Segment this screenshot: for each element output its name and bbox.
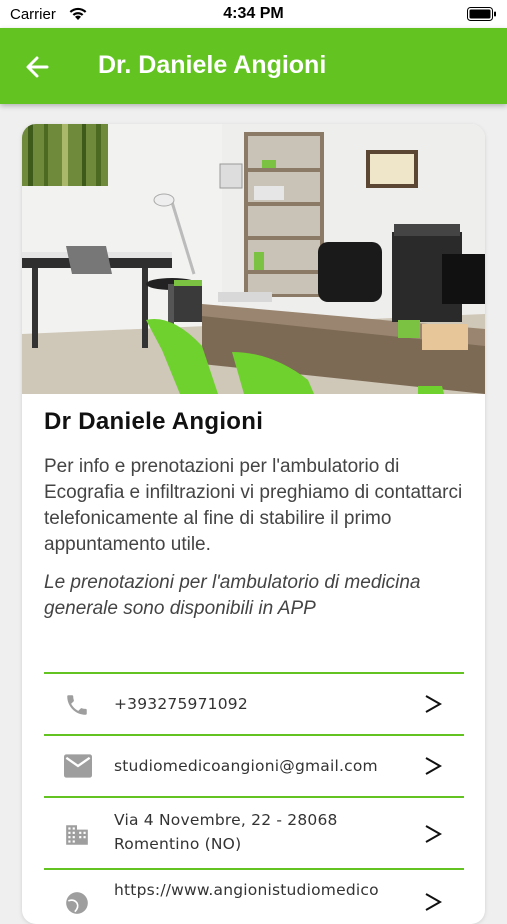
building-icon (64, 822, 90, 853)
website-url: https://www.angionistudiomedico (114, 881, 379, 899)
contact-list: +393275971092 studiomedicoangioni@gmail.… (44, 672, 464, 924)
contact-row-website[interactable]: https://www.angionistudiomedico (44, 868, 464, 924)
contact-row-email[interactable]: studiomedicoangioni@gmail.com (44, 734, 464, 796)
chevron-right-icon (424, 892, 443, 917)
doctor-card: Dr Daniele Angioni Per info e prenotazio… (22, 124, 485, 924)
doctor-description: Per info e prenotazioni per l'ambulatori… (44, 456, 463, 555)
battery-icon (467, 7, 497, 26)
phone-icon (64, 692, 90, 723)
address-text: Via 4 Novembre, 22 - 28068 Romentino (NO… (114, 808, 338, 856)
arrow-back-icon[interactable] (22, 52, 52, 82)
status-time: 4:34 PM (223, 5, 284, 22)
globe-icon (64, 890, 90, 921)
chevron-right-icon (424, 824, 443, 849)
email-address: studiomedicoangioni@gmail.com (114, 757, 378, 775)
doctor-name: Dr Daniele Angioni (44, 408, 264, 435)
phone-number: +393275971092 (114, 695, 248, 713)
address-line-1: Via 4 Novembre, 22 - 28068 (114, 811, 338, 829)
mail-icon (64, 754, 92, 783)
contact-row-phone[interactable]: +393275971092 (44, 672, 464, 734)
chevron-right-icon (424, 694, 443, 719)
address-line-2: Romentino (NO) (114, 835, 242, 853)
office-photo (22, 124, 485, 394)
app-bar: Dr. Daniele Angioni (0, 28, 507, 104)
page-title: Dr. Daniele Angioni (98, 51, 327, 79)
chevron-right-icon (424, 756, 443, 781)
status-bar: Carrier 4:34 PM (0, 0, 507, 28)
booking-note: Le prenotazioni per l'ambulatorio di med… (44, 572, 421, 619)
contact-row-address[interactable]: Via 4 Novembre, 22 - 28068 Romentino (NO… (44, 796, 464, 868)
